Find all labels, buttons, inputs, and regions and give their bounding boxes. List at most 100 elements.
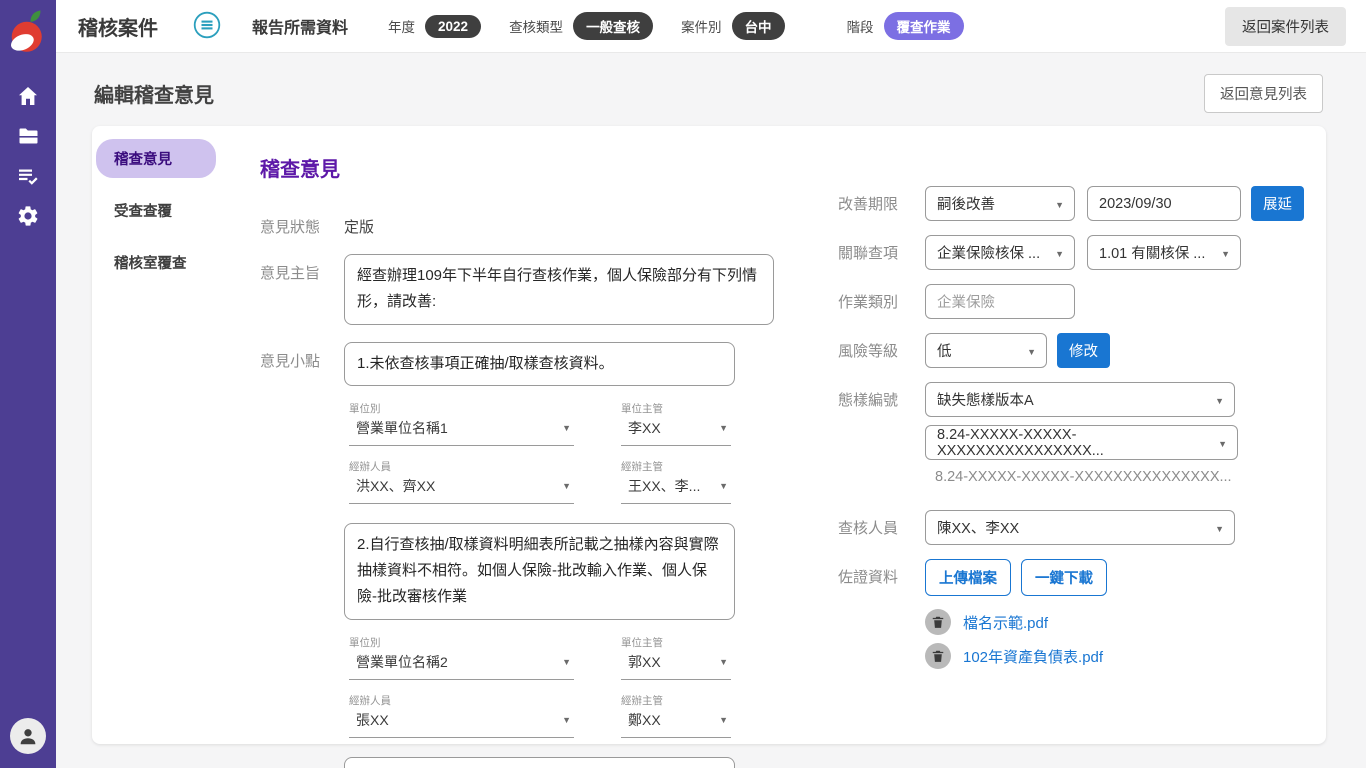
auditors-select[interactable]: 陳XX、李XX bbox=[925, 510, 1235, 545]
chevron-down-icon bbox=[719, 652, 728, 670]
chevron-down-icon bbox=[719, 418, 728, 436]
file-link[interactable]: 檔名示範.pdf bbox=[963, 612, 1048, 633]
file-row: 102年資產負債表.pdf bbox=[925, 643, 1107, 669]
meta-audit-type: 查核類型 一般查核 bbox=[509, 12, 653, 40]
trash-icon bbox=[931, 615, 945, 629]
tab-audit-office-review[interactable]: 稽核室覆查 bbox=[96, 243, 260, 282]
delete-file-button[interactable] bbox=[925, 609, 951, 635]
deadline-row: 改善期限 嗣後改善 2023/09/30 展延 bbox=[838, 186, 1326, 221]
delete-file-button[interactable] bbox=[925, 643, 951, 669]
point-3-row: 3.抽樣範圍及抽樣件數未按相關規定辦理 bbox=[260, 757, 838, 768]
chevron-down-icon bbox=[719, 476, 728, 494]
chevron-down-icon bbox=[1215, 245, 1230, 261]
point-2-unit-fields: 單位別 營業單位名稱2 單位主管 郭XX 經辦人員 張XX bbox=[349, 635, 838, 738]
app-root: 稽核案件 報告所需資料 年度 2022 查核類型 一般查核 bbox=[0, 0, 1366, 768]
file-row: 檔名示範.pdf bbox=[925, 609, 1107, 635]
hamburger-menu-icon bbox=[193, 11, 221, 39]
related-subitem-select[interactable]: 1.01 有關核保 ... bbox=[1087, 235, 1241, 270]
chevron-down-icon bbox=[1049, 196, 1064, 212]
pattern-version-select[interactable]: 缺失態樣版本A bbox=[925, 382, 1235, 417]
back-to-case-list-button[interactable]: 返回案件列表 bbox=[1225, 7, 1346, 46]
hamburger-menu-button[interactable] bbox=[192, 11, 222, 41]
file-link[interactable]: 102年資產負債表.pdf bbox=[963, 646, 1103, 667]
main-area: 稽核案件 報告所需資料 年度 2022 查核類型 一般查核 bbox=[56, 0, 1366, 768]
opinion-card: 稽查意見 受查查覆 稽核室覆查 稽查意見 意見狀態 定版 意見主旨 經查辦理10… bbox=[92, 126, 1326, 744]
pattern-row: 態樣編號 缺失態樣版本A 8.24-XXXXX-XXXXX-XXXXXXXXXX… bbox=[838, 382, 1326, 502]
point-1-row: 意見小點 1.未依查核事項正確抽/取樣查核資料。 bbox=[260, 342, 838, 386]
unit-manager-select-2[interactable]: 單位主管 郭XX bbox=[621, 635, 731, 680]
unit-manager-select-1[interactable]: 單位主管 李XX bbox=[621, 401, 731, 446]
point-1-textarea[interactable]: 1.未依查核事項正確抽/取樣查核資料。 bbox=[344, 342, 735, 386]
submenu-report-data[interactable]: 報告所需資料 bbox=[252, 14, 348, 38]
folder-icon bbox=[16, 124, 40, 148]
sidebar-item-home[interactable] bbox=[8, 76, 48, 116]
point-2-textarea[interactable]: 2.自行查核抽/取樣資料明細表所記載之抽樣內容與實際抽樣資料不相符。如個人保險-… bbox=[344, 523, 735, 620]
edit-risk-button[interactable]: 修改 bbox=[1057, 333, 1110, 368]
chevron-down-icon bbox=[1021, 343, 1036, 359]
tasks-icon bbox=[16, 164, 40, 188]
meta-case-type: 案件別 台中 bbox=[681, 12, 785, 40]
chevron-down-icon bbox=[719, 710, 728, 728]
chevron-down-icon bbox=[1049, 245, 1064, 261]
chevron-down-icon bbox=[562, 476, 571, 494]
page-head: 編輯稽查意見 返回意見列表 bbox=[56, 53, 1366, 126]
handler-select-2[interactable]: 經辦人員 張XX bbox=[349, 693, 574, 738]
extend-deadline-button[interactable]: 展延 bbox=[1251, 186, 1304, 221]
handler-manager-select-1[interactable]: 經辦主管 王XX、李... bbox=[621, 459, 731, 504]
sidebar-item-audit-list[interactable] bbox=[8, 156, 48, 196]
year-badge: 2022 bbox=[425, 15, 481, 38]
unit-type-select-2[interactable]: 單位別 營業單位名稱2 bbox=[349, 635, 574, 680]
sidebar-item-settings[interactable] bbox=[8, 196, 48, 236]
chevron-down-icon bbox=[562, 652, 571, 670]
handler-manager-select-2[interactable]: 經辦主管 鄭XX bbox=[621, 693, 731, 738]
app-title: 稽核案件 bbox=[78, 12, 158, 41]
deadline-date-input[interactable]: 2023/09/30 bbox=[1087, 186, 1241, 221]
auditors-row: 查核人員 陳XX、李XX bbox=[838, 510, 1326, 545]
point-3-textarea[interactable]: 3.抽樣範圍及抽樣件數未按相關規定辦理 bbox=[344, 757, 735, 768]
sidebar bbox=[0, 0, 56, 768]
card-tabs: 稽查意見 受查查覆 稽核室覆查 bbox=[96, 139, 260, 724]
category-row: 作業類別 企業保險 bbox=[838, 284, 1326, 319]
category-input[interactable]: 企業保險 bbox=[925, 284, 1075, 319]
meta-year: 年度 2022 bbox=[388, 15, 481, 38]
case-type-badge: 台中 bbox=[732, 12, 785, 40]
upload-file-button[interactable]: 上傳檔案 bbox=[925, 559, 1011, 596]
app-logo[interactable] bbox=[8, 8, 48, 50]
deadline-type-select[interactable]: 嗣後改善 bbox=[925, 186, 1075, 221]
evidence-file-list: 檔名示範.pdf 102年資產負債表.pdf bbox=[925, 609, 1107, 669]
status-value: 定版 bbox=[344, 208, 374, 237]
back-to-opinion-list-button[interactable]: 返回意見列表 bbox=[1204, 74, 1323, 113]
evidence-row: 佐證資料 上傳檔案 一鍵下載 bbox=[838, 559, 1326, 677]
handler-select-1[interactable]: 經辦人員 洪XX、齊XX bbox=[349, 459, 574, 504]
tab-auditee-reply[interactable]: 受查查覆 bbox=[96, 191, 260, 230]
risk-level-select[interactable]: 低 bbox=[925, 333, 1047, 368]
chevron-down-icon bbox=[1212, 435, 1227, 451]
pattern-code-hint: 8.24-XXXXX-XXXXX-XXXXXXXXXXXXXXX... bbox=[935, 469, 1238, 485]
trash-icon bbox=[931, 649, 945, 663]
pattern-code-select[interactable]: 8.24-XXXXX-XXXXX-XXXXXXXXXXXXXXXX... bbox=[925, 425, 1238, 460]
chevron-down-icon bbox=[562, 418, 571, 436]
related-item-select[interactable]: 企業保險核保 ... bbox=[925, 235, 1075, 270]
topbar: 稽核案件 報告所需資料 年度 2022 查核類型 一般查核 bbox=[56, 0, 1366, 53]
meta-stage: 階段 覆查作業 bbox=[847, 12, 964, 40]
point-2-row: 2.自行查核抽/取樣資料明細表所記載之抽樣內容與實際抽樣資料不相符。如個人保險-… bbox=[260, 523, 838, 620]
stage-badge: 覆查作業 bbox=[884, 12, 964, 40]
section-title: 稽查意見 bbox=[260, 153, 838, 182]
sidebar-item-cases[interactable] bbox=[8, 116, 48, 156]
opinion-form: 稽查意見 意見狀態 定版 意見主旨 經查辦理109年下半年自行查核作業，個人保險… bbox=[260, 153, 838, 724]
download-all-button[interactable]: 一鍵下載 bbox=[1021, 559, 1107, 596]
audit-type-badge: 一般查核 bbox=[573, 12, 653, 40]
unit-type-select-1[interactable]: 單位別 營業單位名稱1 bbox=[349, 401, 574, 446]
page-title: 編輯稽查意見 bbox=[94, 79, 214, 108]
opinion-details: 改善期限 嗣後改善 2023/09/30 展延 bbox=[838, 153, 1326, 724]
chevron-down-icon bbox=[1209, 520, 1224, 536]
user-avatar[interactable] bbox=[10, 718, 46, 754]
tab-inspection-opinion[interactable]: 稽查意見 bbox=[96, 139, 216, 178]
subject-textarea[interactable]: 經查辦理109年下半年自行查核作業，個人保險部分有下列情形，請改善: bbox=[344, 254, 774, 325]
tomato-logo-icon bbox=[8, 8, 48, 56]
person-icon bbox=[17, 725, 39, 747]
card-content: 稽查意見 意見狀態 定版 意見主旨 經查辦理109年下半年自行查核作業，個人保險… bbox=[260, 139, 1326, 724]
home-icon bbox=[16, 84, 40, 108]
point-1-unit-fields: 單位別 營業單位名稱1 單位主管 李XX 經辦人員 洪XX、齊XX bbox=[349, 401, 838, 504]
gear-icon bbox=[16, 204, 40, 228]
